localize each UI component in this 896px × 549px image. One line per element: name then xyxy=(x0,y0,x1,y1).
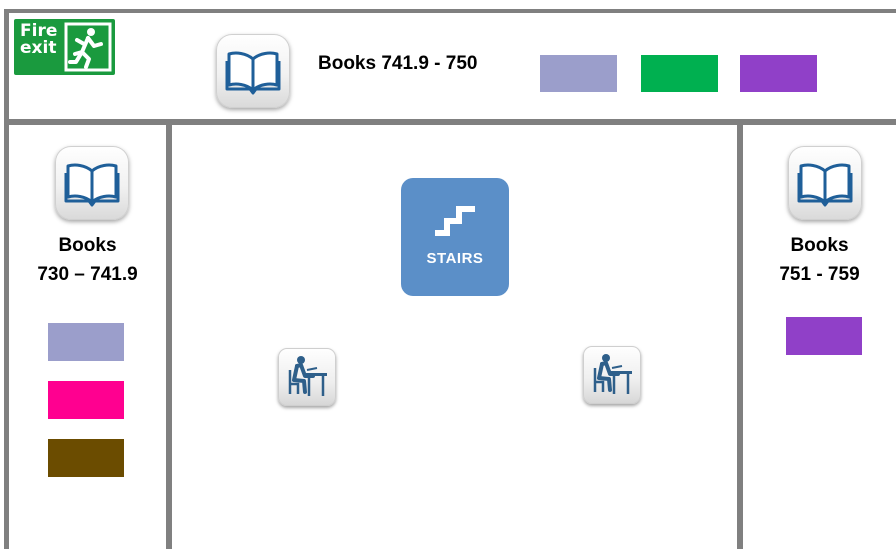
top-section-book-icon xyxy=(216,34,290,108)
wall-divider-left-aisle xyxy=(166,119,172,549)
left-section-label-line1: Books xyxy=(58,235,117,256)
top-color-swatch-3 xyxy=(740,55,817,92)
floor-plan: Fire exit Books 741.9 - 750 Books 730 – … xyxy=(0,0,896,549)
top-color-swatch-2 xyxy=(641,55,718,92)
left-section-book-icon xyxy=(55,146,129,220)
open-book-icon xyxy=(797,163,853,207)
study-desk-left xyxy=(278,348,336,406)
left-section-label-line2: 730 – 741.9 xyxy=(37,264,138,285)
right-section-label-line1: Books xyxy=(790,235,849,256)
left-color-swatch-3 xyxy=(48,439,124,477)
running-man-exit-icon xyxy=(64,22,112,72)
wall-top xyxy=(4,9,896,13)
wall-divider-right-aisle xyxy=(737,119,743,549)
wall-divider-horizontal xyxy=(4,119,896,125)
top-section-label: Books 741.9 - 750 xyxy=(318,53,478,74)
left-section-label: Books 730 – 741.9 xyxy=(9,231,166,289)
top-color-swatch-1 xyxy=(540,55,617,92)
stairs-label: STAIRS xyxy=(426,250,484,267)
left-color-swatch-1 xyxy=(48,323,124,361)
fire-exit-text: Fire exit xyxy=(20,21,58,58)
right-section-book-icon xyxy=(788,146,862,220)
study-desk-icon xyxy=(288,356,327,396)
study-desk-right xyxy=(583,346,641,404)
open-book-icon xyxy=(225,51,281,95)
stairs-sign: STAIRS xyxy=(401,178,509,296)
stairs-icon xyxy=(435,206,475,236)
right-section-label: Books 751 - 759 xyxy=(743,231,896,289)
study-desk-icon xyxy=(593,354,632,394)
left-color-swatch-2 xyxy=(48,381,124,419)
open-book-icon xyxy=(64,163,120,207)
right-color-swatch-1 xyxy=(786,317,862,355)
fire-exit-sign: Fire exit xyxy=(14,19,115,75)
right-section-label-line2: 751 - 759 xyxy=(779,264,860,285)
